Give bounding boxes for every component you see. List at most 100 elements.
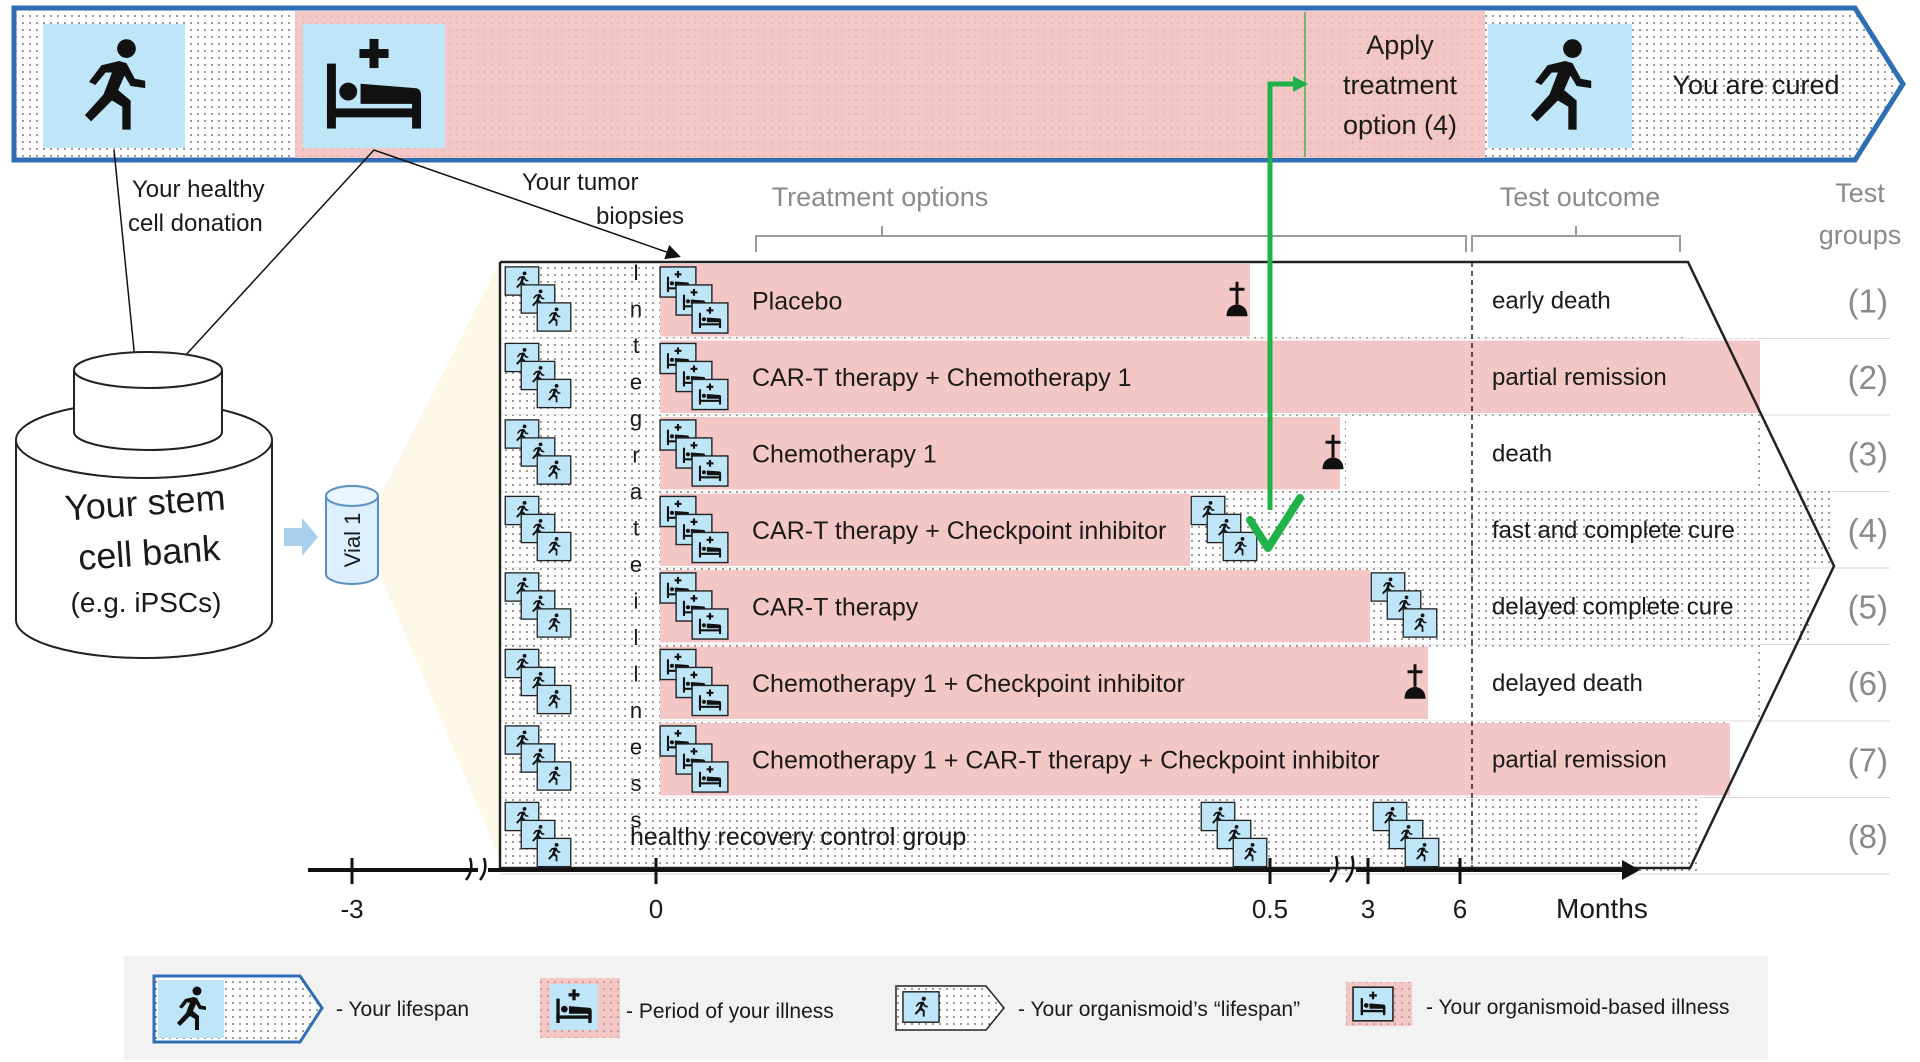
stem-cell-bank: Your stem cell bank (e.g. iPSCs) Vial 1 [15,262,500,860]
group-row-1: Placebo early death (1) [500,262,1890,339]
organismoid-runner-icon [1403,609,1437,637]
group-number: (4) [1848,512,1888,549]
svg-text:- Your organismoid’s “lifespan: - Your organismoid’s “lifespan” [1018,998,1300,1021]
organismoid-runner-icon [537,456,571,484]
outcome-label: death [1492,440,1552,467]
svg-text:groups: groups [1819,220,1902,250]
table-headers: Treatment options Test outcome Test grou… [755,178,1902,252]
arrow-right-icon [284,518,318,556]
organismoid-runner-icon [537,838,571,866]
vertical-letter: a [630,479,643,504]
organismoid-bed-icon [1353,987,1393,1021]
axis-tick-label: -3 [340,894,363,924]
organismoid-bed-icon [692,762,728,792]
outcome-label: early death [1492,287,1611,314]
group-row-4: CAR-T therapy + Checkpoint inhibitor fast… [500,491,1890,569]
treatment-label: Placebo [752,287,842,315]
organismoid-runner-icon [537,685,571,713]
organismoid-runner-icon [1223,532,1257,560]
organismoid-bed-icon [692,685,728,715]
svg-text:treatment: treatment [1343,70,1458,100]
treatment-label: CAR-T therapy + Chemotherapy 1 [752,364,1132,392]
vertical-letter: t [633,516,639,541]
group-row-8: healthy recovery control group (8) [500,797,1890,875]
group-row-6: Chemotherapy 1 + Checkpoint inhibitor del… [500,644,1890,722]
healthy-donation-label: Your healthy [132,176,265,203]
treatment-options-header: Treatment options [772,182,989,212]
svg-text:biopsies: biopsies [596,203,684,230]
axis-tick-label: 6 [1453,894,1467,924]
vertical-letter: e [630,552,642,577]
group-number: (6) [1848,665,1888,702]
group-number: (3) [1848,435,1888,472]
organismoid-bed-icon [692,303,728,333]
outcome-label: partial remission [1492,746,1667,773]
vial-expansion-wedge [380,262,500,860]
treatment-label: Chemotherapy 1 + CAR-T therapy + Checkpo… [752,746,1380,774]
vertical-letter: I [633,260,639,285]
svg-text:cell donation: cell donation [128,210,263,237]
svg-text:(e.g. iPSCs): (e.g. iPSCs) [71,587,222,618]
vertical-letter: g [630,406,642,431]
group-number: (5) [1848,588,1888,625]
outcome-label: delayed death [1492,670,1643,697]
organismoid-bed-icon [692,456,728,486]
organismoid-runner-icon [1233,838,1267,866]
svg-text:option (4): option (4) [1343,110,1457,140]
organismoid-runner-icon [537,379,571,407]
group-number: (2) [1848,359,1888,396]
organismoid-runner-icon [903,992,939,1022]
organismoid-runner-icon [537,303,571,331]
group-row-7: Chemotherapy 1 + CAR-T therapy + Checkpo… [500,721,1890,798]
group-number: (8) [1848,818,1888,855]
axis-tick-label: 0.5 [1252,894,1288,924]
test-groups-header: Test [1835,178,1885,208]
organismoid-runner-icon [1405,838,1439,866]
treatment-label: Chemotherapy 1 [752,440,937,468]
vial-label: Vial 1 [340,513,365,568]
vertical-letter: l [634,662,639,687]
vertical-letter: e [630,735,642,760]
axis-tick-label: 0 [649,894,663,924]
svg-text:- Period of your illness: - Period of your illness [626,1000,834,1023]
svg-text:- Your lifespan: - Your lifespan [336,998,469,1021]
lifespan-banner: Apply treatment option (4) You are cured [11,5,1906,163]
treatment-diagram: Apply treatment option (4) You are cured… [11,5,1906,1060]
legend: - Your lifespan - Period of your illness… [124,956,1768,1060]
vertical-letter: i [634,589,639,614]
vertical-letter: l [634,625,639,650]
vertical-letter: n [630,698,642,723]
organismoid-bed-icon [692,532,728,562]
vertical-letter: t [633,333,639,358]
vertical-letter: r [632,443,639,468]
organismoid-runner-icon [537,609,571,637]
organismoid-bed-icon [692,609,728,639]
outcome-label: delayed complete cure [1492,593,1733,620]
organismoid-runner-icon [537,532,571,560]
treatment-label: CAR-T therapy [752,593,919,621]
axis-unit-label: Months [1556,893,1648,924]
treatment-label: Chemotherapy 1 + Checkpoint inhibitor [752,670,1185,698]
treatment-label: healthy recovery control group [630,823,966,851]
vertical-letter: s [631,808,642,833]
organismoid-runner-icon [537,762,571,790]
group-number: (1) [1848,282,1888,319]
apply-treatment-text: Apply [1366,30,1434,60]
organismoid-bed-icon [692,379,728,409]
svg-text:- Your organismoid-based illne: - Your organismoid-based illness [1426,996,1730,1019]
outcome-label: fast and complete cure [1492,517,1735,544]
vertical-letter: s [631,771,642,796]
group-number: (7) [1848,741,1888,778]
treatment-label: CAR-T therapy + Checkpoint inhibitor [752,517,1166,545]
organismoid-illness-band [660,264,1250,337]
group-row-5: CAR-T therapy delayed complete cure (5) [500,568,1890,645]
group-rows: Placebo early death (1) CAR-T therapy + Che… [500,262,1890,875]
test-outcome-header: Test outcome [1500,182,1661,212]
vertical-letter: n [630,297,642,322]
outcome-label: partial remission [1492,364,1667,391]
tumor-biopsies-label: Your tumor [522,169,639,196]
cured-text: You are cured [1672,70,1839,100]
vertical-letter: e [630,370,642,395]
vial: Vial 1 [325,485,379,585]
group-row-2: CAR-T therapy + Chemotherapy 1 partial re… [500,338,1890,416]
